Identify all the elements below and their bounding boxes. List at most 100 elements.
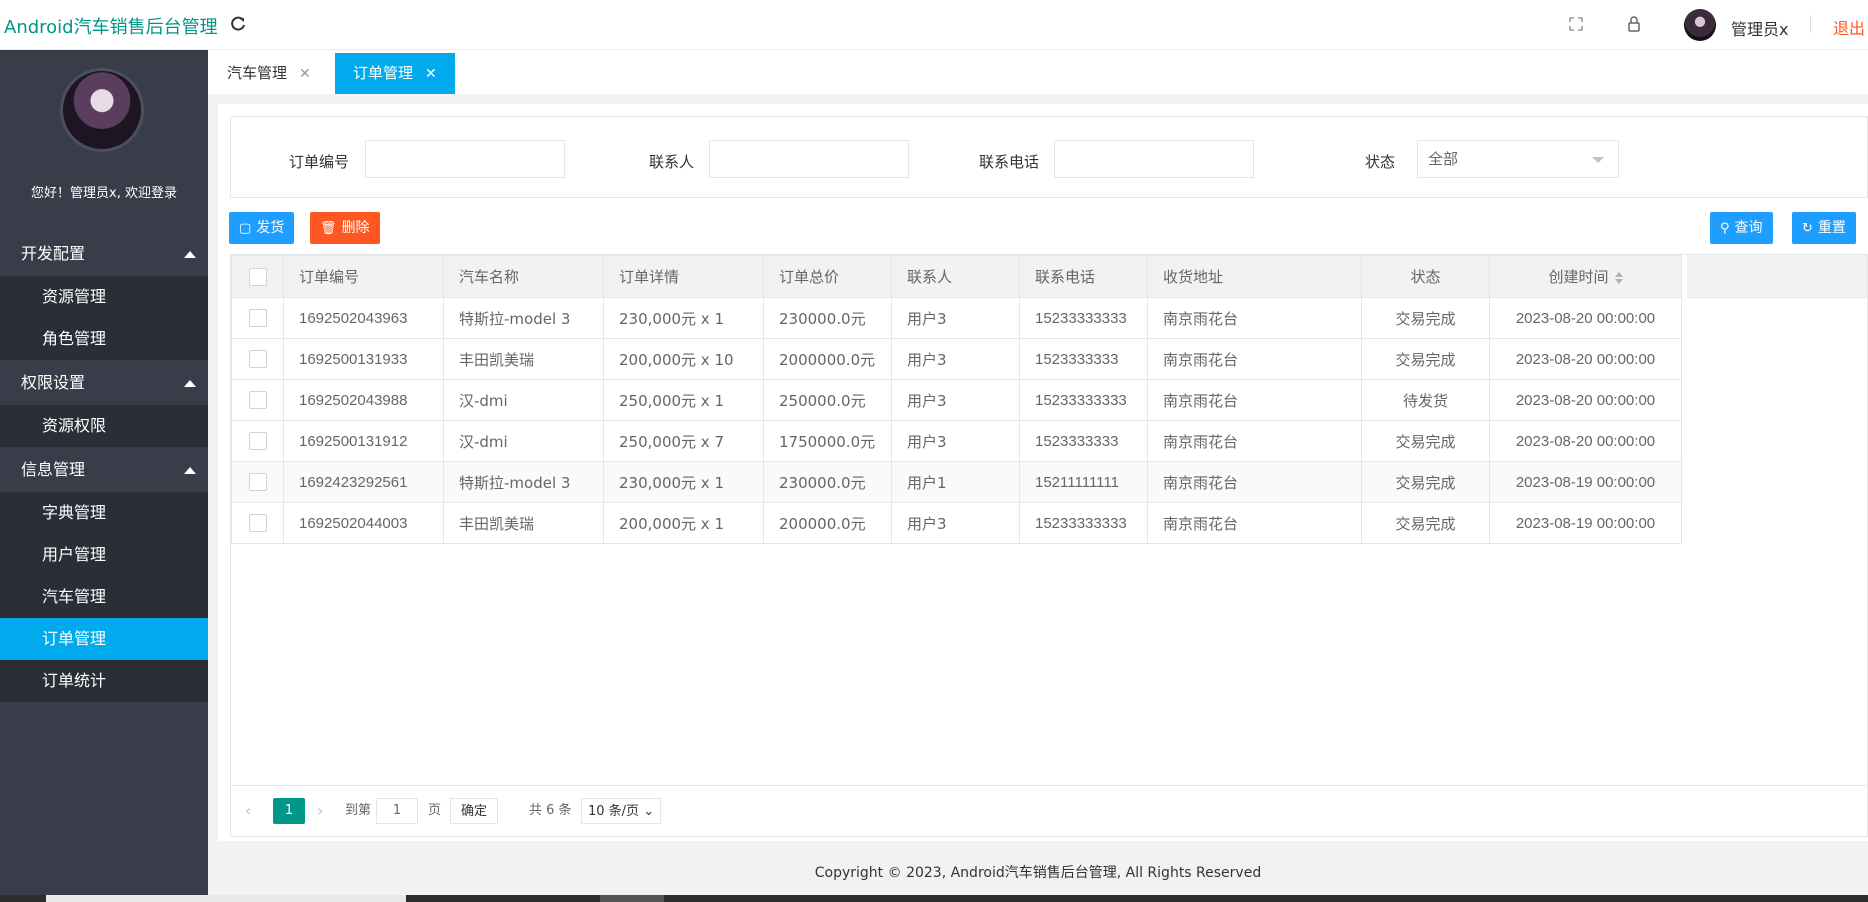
order-no-label: 订单编号: [289, 153, 350, 171]
row-checkbox[interactable]: [248, 432, 267, 451]
menu-group-label: 开发配置: [21, 244, 86, 263]
sidebar-item-resource-manage[interactable]: 资源管理: [0, 276, 208, 318]
table-cell: 南京雨花台: [1147, 461, 1362, 503]
sidebar-item-dictionary[interactable]: 字典管理: [0, 492, 208, 534]
table-row[interactable]: 1692502044003 丰田凯美瑞 200,000元 x 1 200000.0元用…: [231, 502, 1682, 544]
table-cell: 2023-08-19 00:00:00: [1489, 502, 1682, 544]
table-row[interactable]: 1692423292561 特斯拉-model 3 230,000元 x 1 2300…: [231, 461, 1682, 503]
status-label: 状态: [1365, 153, 1396, 171]
table-cell: 230,000元 x 1: [603, 297, 764, 339]
reset-button-label: 重置: [1817, 220, 1846, 236]
row-select-cell: [231, 461, 284, 503]
table-row[interactable]: 1692502043963 特斯拉-model 3 230,000元 x 1 2300…: [231, 297, 1682, 339]
footer-copyright: Copyright © 2023, Android汽车销售后台管理, All R…: [814, 865, 1262, 881]
ship-button-label: 发货: [256, 220, 285, 236]
table-cell: 特斯拉-model 3: [443, 297, 604, 339]
table-cell: 15211111111: [1019, 461, 1148, 503]
top-header: Android汽车销售后台管理 管理员x 退出: [0, 0, 1868, 50]
table-cell: 汉-dmi: [443, 420, 604, 462]
table-cell: 250,000元 x 1: [603, 379, 764, 421]
next-page-icon[interactable]: ›: [317, 798, 323, 824]
table-cell: 2023-08-19 00:00:00: [1489, 461, 1682, 503]
tab-car-manage[interactable]: 汽车管理 ✕: [227, 53, 311, 94]
collapse-arrow-icon: [184, 251, 196, 258]
collapse-arrow-icon: [184, 467, 196, 474]
submenu: 资源权限: [0, 405, 208, 447]
row-checkbox[interactable]: [248, 514, 267, 533]
page-size-value: 10 条/页: [588, 804, 640, 819]
query-button[interactable]: ⚲ 查询: [1710, 212, 1773, 244]
phone-input[interactable]: [1054, 140, 1254, 178]
contact-label: 联系人: [649, 153, 695, 171]
fullscreen-icon[interactable]: [1567, 15, 1585, 33]
submenu: 字典管理 用户管理 汽车管理 订单管理 订单统计: [0, 492, 208, 702]
table-cell: 1692502043963: [283, 297, 444, 339]
header-username[interactable]: 管理员x: [1731, 16, 1788, 40]
sidebar-item-role-manage[interactable]: 角色管理: [0, 318, 208, 360]
sidebar-item-cars[interactable]: 汽车管理: [0, 576, 208, 618]
col-header: 订单总价: [763, 255, 892, 298]
delete-button[interactable]: 🗑 删除: [310, 212, 380, 244]
sidebar-item-resource-permission[interactable]: 资源权限: [0, 405, 208, 447]
total-count: 共 6 条: [529, 803, 572, 818]
table-cell: 南京雨花台: [1147, 379, 1362, 421]
table-cell: 特斯拉-model 3: [443, 461, 604, 503]
tab-label: 订单管理: [353, 64, 414, 82]
page-size-select[interactable]: 10 条/页 ⌄: [581, 798, 662, 824]
table-cell: 交易完成: [1361, 502, 1490, 544]
table-cell: 250000.0元: [763, 379, 892, 421]
status-select[interactable]: 全部: [1417, 140, 1619, 178]
menu-group-info-manage[interactable]: 信息管理: [0, 447, 208, 492]
order-no-input[interactable]: [365, 140, 565, 178]
ship-button[interactable]: ▢ 发货: [229, 212, 295, 244]
logout-link[interactable]: 退出: [1833, 15, 1865, 39]
row-select-cell: [231, 297, 284, 339]
page-1-button[interactable]: 1: [273, 798, 305, 824]
refresh-icon[interactable]: [229, 15, 247, 33]
col-header: 状态: [1361, 255, 1490, 298]
row-checkbox[interactable]: [248, 473, 267, 492]
table-cell: 交易完成: [1361, 297, 1490, 339]
table-cell: 15233333333: [1019, 379, 1148, 421]
table-row[interactable]: 1692500131912 汉-dmi 250,000元 x 7 1750000.0元…: [231, 420, 1682, 462]
goto-confirm-button[interactable]: 确定: [450, 798, 499, 824]
sidebar-item-order-stats[interactable]: 订单统计: [0, 660, 208, 702]
table-cell: 2023-08-20 00:00:00: [1489, 297, 1682, 339]
menu-group-permission[interactable]: 权限设置: [0, 360, 208, 405]
table-cell: 交易完成: [1361, 420, 1490, 462]
lock-icon[interactable]: [1625, 15, 1643, 33]
app-logo[interactable]: Android汽车销售后台管理: [4, 13, 218, 39]
table-cell: 用户3: [891, 502, 1020, 544]
table-row[interactable]: 1692502043988 汉-dmi 250,000元 x 1 250000.0元用…: [231, 379, 1682, 421]
row-checkbox[interactable]: [248, 309, 267, 328]
contact-input[interactable]: [709, 140, 909, 178]
table-row[interactable]: 1692500131933 丰田凯美瑞 200,000元 x 10 2000000.0…: [231, 338, 1682, 380]
col-header: 订单编号: [283, 255, 444, 298]
reset-icon: ↻: [1802, 221, 1813, 236]
close-icon[interactable]: ✕: [299, 66, 311, 82]
col-header-created[interactable]: 创建时间: [1489, 255, 1682, 298]
sidebar-item-orders[interactable]: 订单管理: [0, 618, 208, 660]
row-select-cell: [231, 338, 284, 380]
goto-page-input[interactable]: [376, 798, 418, 824]
sidebar-item-users[interactable]: 用户管理: [0, 534, 208, 576]
sort-icon[interactable]: [1614, 271, 1623, 284]
table-cell: 230000.0元: [763, 297, 892, 339]
prev-page-icon[interactable]: ‹: [245, 798, 251, 824]
row-checkbox[interactable]: [248, 350, 267, 369]
table-cell: 1750000.0元: [763, 420, 892, 462]
menu-group-dev-config[interactable]: 开发配置: [0, 231, 208, 276]
table-cell: 2023-08-20 00:00:00: [1489, 420, 1682, 462]
welcome-text: 您好！管理员x, 欢迎登录: [31, 186, 177, 201]
search-form: 订单编号 联系人 联系电话 状态 全部: [230, 116, 1868, 198]
reset-button[interactable]: ↻ 重置: [1792, 212, 1856, 244]
user-avatar[interactable]: [1684, 9, 1716, 41]
table-cell: 200000.0元: [763, 502, 892, 544]
select-all-checkbox[interactable]: [248, 267, 267, 286]
row-checkbox[interactable]: [248, 391, 267, 410]
tab-order-manage[interactable]: 订单管理 ✕: [335, 53, 455, 94]
close-icon[interactable]: ✕: [425, 66, 437, 82]
table-cell: 南京雨花台: [1147, 297, 1362, 339]
table-cell: 1692502044003: [283, 502, 444, 544]
table-cell: 200,000元 x 10: [603, 338, 764, 380]
